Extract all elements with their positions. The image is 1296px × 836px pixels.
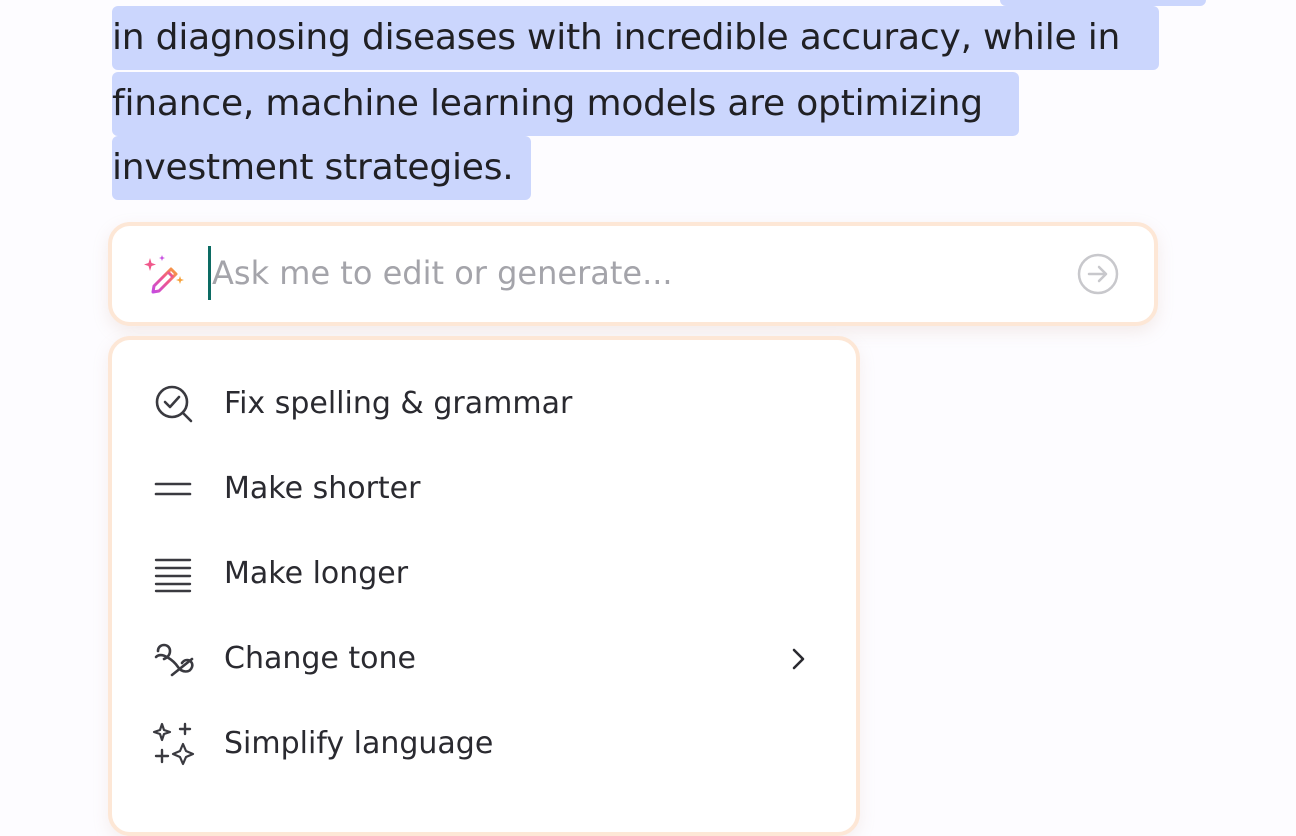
ai-actions-menu: Fix spelling & grammar Make shorter Make… [108, 336, 860, 836]
document-text-line[interactable]: in diagnosing diseases with incredible a… [112, 6, 1120, 70]
ai-prompt-bar [108, 222, 1158, 326]
document-text-line[interactable]: investment strategies. [112, 136, 514, 200]
menu-item-simplify-language[interactable]: Simplify language [112, 702, 856, 786]
spell-check-icon [152, 382, 196, 426]
menu-item-label: Change tone [224, 641, 416, 676]
sparkles-icon [152, 722, 196, 766]
menu-item-make-longer[interactable]: Make longer [112, 532, 856, 616]
menu-item-label: Simplify language [224, 726, 494, 761]
ai-prompt-input[interactable] [212, 244, 1032, 302]
menu-item-make-shorter[interactable]: Make shorter [112, 447, 856, 531]
document-text-line[interactable]: finance, machine learning models are opt… [112, 72, 983, 136]
long-lines-icon [152, 552, 196, 596]
menu-item-label: Make longer [224, 556, 409, 591]
menu-item-label: Make shorter [224, 471, 421, 506]
text-caret [208, 246, 211, 300]
menu-item-label: Fix spelling & grammar [224, 386, 573, 421]
chevron-right-icon [784, 645, 812, 673]
tone-icon [152, 637, 196, 681]
menu-item-change-tone[interactable]: Change tone [112, 617, 856, 701]
arrow-right-circle-icon[interactable] [1076, 252, 1120, 296]
menu-item-fix-spelling[interactable]: Fix spelling & grammar [112, 362, 856, 446]
magic-wand-icon [142, 252, 186, 296]
short-lines-icon [152, 467, 196, 511]
